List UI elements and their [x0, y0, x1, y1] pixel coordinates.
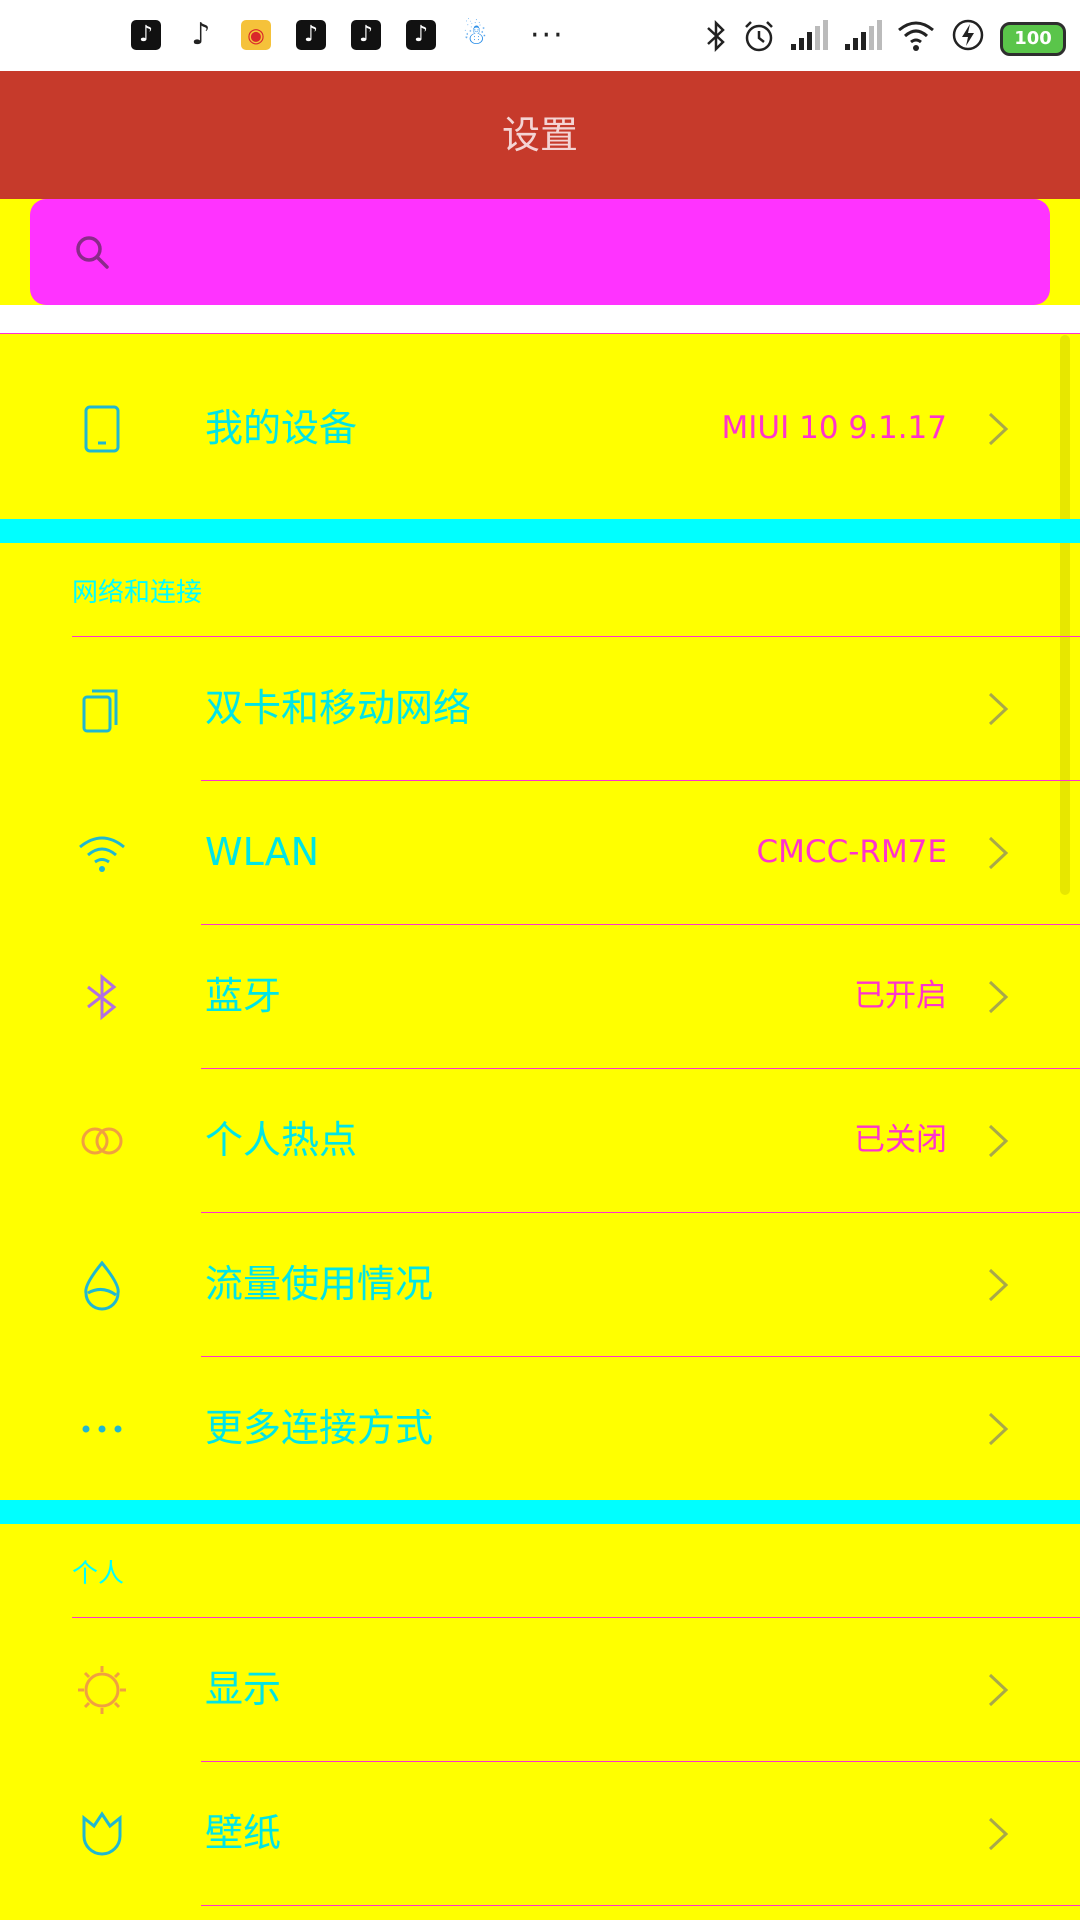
bluetooth-status-value: 已开启: [854, 978, 947, 1014]
tiktok-note-icon: ♪: [191, 17, 211, 52]
hotspot-status-value: 已关闭: [854, 1122, 947, 1158]
hotspot-icon: [81, 1127, 123, 1155]
section-title-network: 网络和连接: [72, 578, 203, 608]
row-label: 壁纸: [205, 1811, 282, 1855]
divider: [0, 333, 1080, 334]
row-label: 更多连接方式: [205, 1406, 434, 1450]
divider: [201, 1905, 1080, 1906]
signal-icon: [845, 20, 882, 50]
display-row[interactable]: 显示: [0, 1618, 1080, 1761]
chevron-right-icon: [988, 1412, 1009, 1446]
weibo-icon: ◉: [241, 20, 271, 50]
tulip-icon: [82, 1811, 122, 1856]
data-usage-row[interactable]: 流量使用情况: [0, 1213, 1080, 1356]
alarm-icon: [745, 21, 773, 52]
sidebar-item-dual-sim[interactable]: 双卡和移动网络: [0, 637, 1080, 780]
charging-icon: [952, 19, 984, 51]
signal-icon: [791, 20, 828, 50]
section-separator: [0, 1500, 1080, 1524]
chevron-right-icon: [988, 1124, 1009, 1158]
section-title-personal: 个人: [72, 1559, 125, 1589]
search-input[interactable]: [30, 199, 1050, 305]
wallpaper-row[interactable]: 壁纸: [0, 1762, 1080, 1905]
row-label: 蓝牙: [205, 974, 282, 1018]
row-label: 显示: [205, 1667, 282, 1711]
chevron-right-icon: [988, 1268, 1009, 1302]
row-label: 个人热点: [205, 1118, 358, 1162]
phone-icon: [84, 405, 120, 453]
settings-screen: ♪ ♪ ◉ ♪ ♪ ♪ ☃ ··· 100 设置 我的设备 MIUI 10 9.…: [0, 0, 1080, 1920]
qq-icon: ☃: [462, 18, 488, 51]
chevron-right-icon: [988, 692, 1009, 726]
wlan-network-value: CMCC-RM7E: [756, 834, 947, 870]
section-separator: [0, 519, 1080, 543]
brightness-icon: [78, 1666, 126, 1714]
more-connections-row[interactable]: 更多连接方式: [0, 1357, 1080, 1500]
search-divider-strip: [0, 305, 1080, 333]
chevron-right-icon: [988, 1817, 1009, 1851]
douyin-icon: ♪: [131, 20, 161, 50]
my-device-row[interactable]: 我的设备 MIUI 10 9.1.17: [0, 357, 1080, 500]
chevron-right-icon: [988, 836, 1009, 870]
chevron-right-icon: [988, 1673, 1009, 1707]
bluetooth-icon: [87, 973, 117, 1021]
douyin-icon: ♪: [351, 20, 381, 50]
water-drop-icon: [84, 1260, 120, 1311]
bluetooth-row[interactable]: 蓝牙 已开启: [0, 925, 1080, 1068]
hotspot-row[interactable]: 个人热点 已关闭: [0, 1069, 1080, 1212]
row-label: 双卡和移动网络: [205, 686, 472, 730]
miui-version-value: MIUI 10 9.1.17: [721, 410, 947, 446]
battery-icon: 100: [1000, 22, 1066, 56]
row-label: 流量使用情况: [205, 1262, 434, 1306]
row-label: WLAN: [205, 830, 320, 874]
sim-cards-icon: [82, 689, 118, 733]
bluetooth-icon: [707, 19, 725, 53]
douyin-icon: ♪: [406, 20, 436, 50]
page-title: 设置: [501, 113, 578, 157]
more-dots-icon: [82, 1425, 122, 1433]
douyin-icon: ♪: [296, 20, 326, 50]
wlan-row[interactable]: WLAN CMCC-RM7E: [0, 781, 1080, 924]
my-device-label: 我的设备: [205, 406, 358, 450]
chevron-right-icon: [988, 412, 1009, 446]
chevron-right-icon: [988, 980, 1009, 1014]
app-header: 设置: [0, 71, 1080, 199]
status-bar: ♪ ♪ ◉ ♪ ♪ ♪ ☃ ··· 100: [0, 0, 1080, 71]
wifi-icon: [79, 836, 125, 872]
more-notifications-icon: ···: [530, 18, 565, 53]
search-icon: [76, 236, 109, 269]
wifi-icon: [898, 21, 934, 51]
